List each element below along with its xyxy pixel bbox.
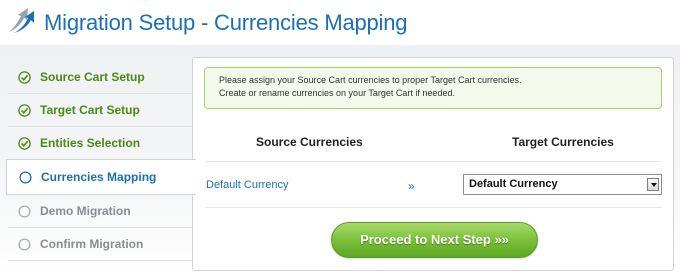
target-currency-value: Default Currency [469, 178, 558, 190]
step-demo-migration[interactable]: Demo Migration [8, 195, 192, 228]
step-label: Currencies Mapping [41, 170, 157, 184]
mapping-arrow: » [408, 179, 415, 193]
step-label: Entities Selection [40, 136, 141, 150]
step-source-cart-setup[interactable]: Source Cart Setup [8, 61, 192, 94]
page-title: Migration Setup - Currencies Mapping [44, 10, 408, 35]
notice-line-1: Please assign your Source Cart currencie… [219, 75, 522, 85]
info-notice: Please assign your Source Cart currencie… [204, 67, 662, 109]
step-entities-selection[interactable]: Entities Selection [8, 127, 192, 160]
main-panel: Please assign your Source Cart currencie… [192, 57, 674, 271]
step-label: Target Cart Setup [40, 103, 140, 117]
check-circle-icon [18, 71, 31, 84]
target-currency-select[interactable]: Default Currency [463, 174, 662, 195]
notice-line-2: Create or rename currencies on your Targ… [219, 88, 455, 98]
divider [206, 161, 662, 162]
step-confirm-migration[interactable]: Confirm Migration [8, 228, 192, 261]
circle-icon [18, 205, 31, 218]
target-currencies-header: Target Currencies [512, 135, 614, 149]
migration-arrow-icon [9, 8, 34, 33]
circle-icon [18, 238, 31, 251]
proceed-next-step-button[interactable]: Proceed to Next Step »» [331, 222, 538, 258]
chevron-down-icon[interactable] [647, 178, 659, 191]
step-currencies-mapping[interactable]: Currencies Mapping [6, 159, 196, 195]
source-currency-label: Default Currency [206, 179, 289, 191]
steps-sidebar: Source Cart Setup Target Cart Setup Enti… [0, 60, 196, 261]
step-label: Demo Migration [40, 204, 131, 218]
step-label: Confirm Migration [40, 237, 144, 251]
divider [206, 207, 662, 208]
check-circle-icon [18, 137, 31, 150]
circle-icon [19, 171, 32, 184]
source-currencies-header: Source Currencies [256, 135, 363, 149]
header: Migration Setup - Currencies Mapping [0, 0, 680, 45]
step-label: Source Cart Setup [40, 70, 145, 84]
step-target-cart-setup[interactable]: Target Cart Setup [8, 94, 192, 127]
check-circle-icon [18, 104, 31, 117]
